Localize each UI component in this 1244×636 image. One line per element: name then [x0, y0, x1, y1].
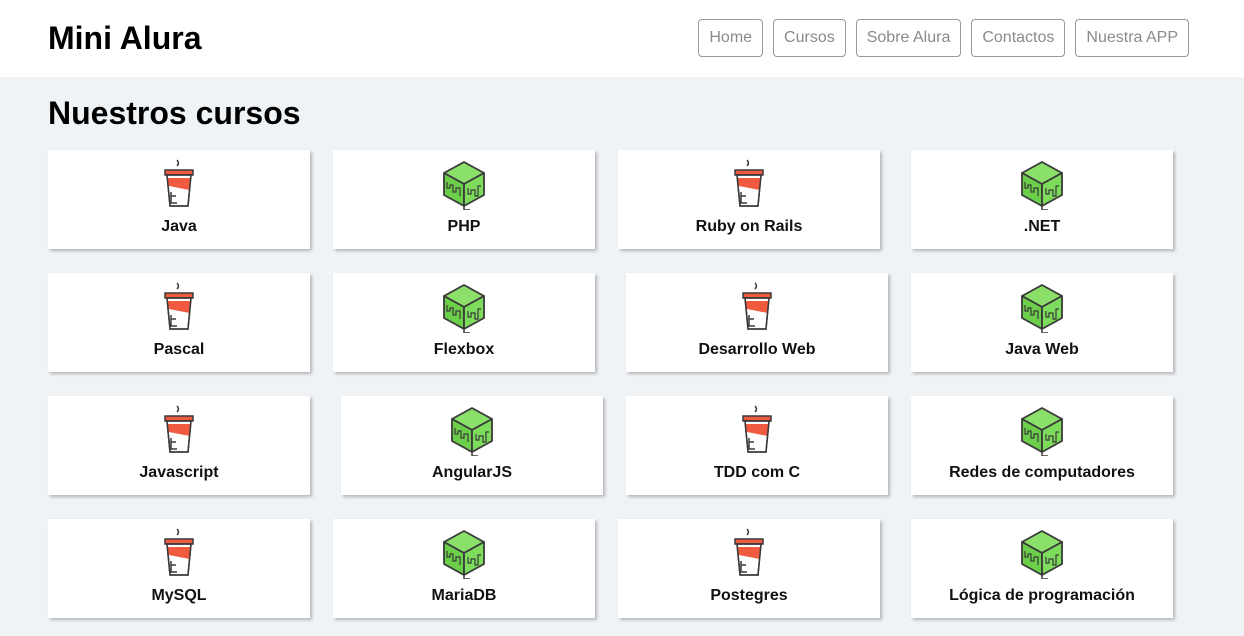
course-label: Flexbox	[433, 341, 495, 358]
nav-contactos-button[interactable]: Contactos	[971, 19, 1066, 57]
nav-home-button[interactable]: Home	[698, 19, 764, 57]
course-label: Desarrollo Web	[698, 341, 816, 358]
nav-cursos-button[interactable]: Cursos	[773, 19, 846, 57]
coffee-cup-icon	[155, 281, 203, 333]
cube-icon	[440, 158, 488, 210]
course-card[interactable]: Redes de computadores	[911, 396, 1173, 495]
course-label: Ruby on Rails	[695, 218, 803, 235]
course-card[interactable]: Desarrollo Web	[626, 273, 888, 372]
site-logo[interactable]: Mini Alura	[48, 20, 201, 56]
nav-app-button[interactable]: Nuestra APP	[1075, 19, 1189, 57]
course-card[interactable]: Flexbox	[333, 273, 595, 372]
course-card[interactable]: Postegres	[618, 519, 880, 618]
coffee-cup-icon	[733, 281, 781, 333]
course-card[interactable]: AngularJS	[341, 396, 603, 495]
site-header: Mini Alura Home Cursos Sobre Alura Conta…	[0, 0, 1244, 77]
course-card[interactable]: Ruby on Rails	[618, 150, 880, 249]
main-nav: Home Cursos Sobre Alura Contactos Nuestr…	[698, 19, 1189, 57]
course-card[interactable]: MySQL	[48, 519, 310, 618]
cube-icon	[1018, 281, 1066, 333]
course-card[interactable]: Pascal	[48, 273, 310, 372]
course-card[interactable]: TDD com C	[626, 396, 888, 495]
course-label: PHP	[447, 218, 481, 235]
cube-icon	[1018, 527, 1066, 579]
cube-icon	[1018, 404, 1066, 456]
coffee-cup-icon	[733, 404, 781, 456]
coffee-cup-icon	[155, 404, 203, 456]
course-card[interactable]: Java	[48, 150, 310, 249]
nav-sobre-alura-button[interactable]: Sobre Alura	[855, 19, 962, 57]
course-card[interactable]: Lógica de programación	[911, 519, 1173, 618]
course-card[interactable]: PHP	[333, 150, 595, 249]
page-title: Nuestros cursos	[48, 95, 301, 131]
course-label: Java	[161, 218, 197, 235]
course-card[interactable]: .NET	[911, 150, 1173, 249]
course-label: Redes de computadores	[949, 464, 1135, 481]
course-card[interactable]: MariaDB	[333, 519, 595, 618]
course-label: Postegres	[710, 587, 788, 604]
course-card[interactable]: Javascript	[48, 396, 310, 495]
course-label: Pascal	[153, 341, 205, 358]
coffee-cup-icon	[155, 527, 203, 579]
course-label: MySQL	[151, 587, 207, 604]
cube-icon	[448, 404, 496, 456]
course-label: TDD com C	[713, 464, 801, 481]
course-label: Javascript	[139, 464, 219, 481]
cube-icon	[1018, 158, 1066, 210]
course-label: MariaDB	[431, 587, 497, 604]
coffee-cup-icon	[155, 158, 203, 210]
cube-icon	[440, 281, 488, 333]
coffee-cup-icon	[725, 527, 773, 579]
cube-icon	[440, 527, 488, 579]
course-card[interactable]: Java Web	[911, 273, 1173, 372]
course-label: AngularJS	[431, 464, 512, 481]
course-label: Lógica de programación	[949, 587, 1135, 604]
course-label: Java Web	[1005, 341, 1079, 358]
course-label: .NET	[1023, 218, 1061, 235]
coffee-cup-icon	[725, 158, 773, 210]
